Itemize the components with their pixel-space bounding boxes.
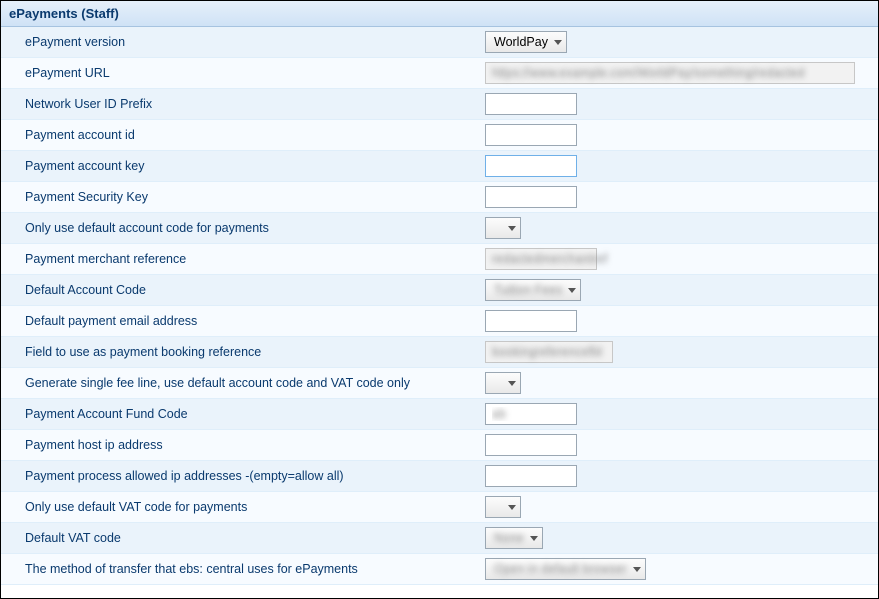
setting-row-only_default_vat: Only use default VAT code for payments <box>1 492 878 523</box>
payment_security-input[interactable] <box>485 186 577 208</box>
setting-row-payment_account_id: Payment account id <box>1 120 878 151</box>
setting-control: bookingreferencefld <box>485 341 874 363</box>
setting-control: redactedmerchantref <box>485 248 874 270</box>
setting-control <box>485 124 874 146</box>
chevron-down-icon <box>508 505 516 510</box>
default_email-input[interactable] <box>485 310 577 332</box>
setting-label: Payment Security Key <box>25 190 485 204</box>
setting-control <box>485 372 874 394</box>
setting-row-transfer_method: The method of transfer that ebs: central… <box>1 554 878 585</box>
chevron-down-icon <box>568 288 576 293</box>
default_acct_code-select[interactable]: Tuition Fees <box>485 279 581 301</box>
setting-row-default_acct_code: Default Account Code Tuition Fees <box>1 275 878 306</box>
setting-label: ePayment version <box>25 35 485 49</box>
section-header: ePayments (Staff) <box>1 1 878 27</box>
setting-label: Network User ID Prefix <box>25 97 485 111</box>
setting-row-epayment_url: ePayment URLhttps://www.example.com/Worl… <box>1 58 878 89</box>
setting-label: Only use default account code for paymen… <box>25 221 485 235</box>
setting-row-payment_account_key: Payment account key <box>1 151 878 182</box>
transfer_method-select[interactable]: Open in default browser <box>485 558 646 580</box>
setting-control: WorldPay <box>485 31 874 53</box>
setting-row-fund_code: Payment Account Fund Code <box>1 399 878 430</box>
setting-label: Payment account id <box>25 128 485 142</box>
setting-row-default_email: Default payment email address <box>1 306 878 337</box>
select-value: Tuition Fees <box>494 283 562 297</box>
setting-control: None <box>485 527 874 549</box>
setting-control: https://www.example.com/WorldPay/somethi… <box>485 62 874 84</box>
allowed_ip-input[interactable] <box>485 465 577 487</box>
chevron-down-icon <box>508 381 516 386</box>
setting-row-merchant_ref: Payment merchant referenceredactedmercha… <box>1 244 878 275</box>
setting-label: Payment host ip address <box>25 438 485 452</box>
setting-row-payment_security: Payment Security Key <box>1 182 878 213</box>
setting-label: Payment merchant reference <box>25 252 485 266</box>
merchant_ref-display: redactedmerchantref <box>485 248 597 270</box>
chevron-down-icon <box>633 567 641 572</box>
booking_ref_field-display: bookingreferencefld <box>485 341 613 363</box>
only_default_acct-select[interactable] <box>485 217 521 239</box>
chevron-down-icon <box>554 40 562 45</box>
setting-control <box>485 217 874 239</box>
payment_account_id-input[interactable] <box>485 124 577 146</box>
section-title: ePayments (Staff) <box>9 6 119 21</box>
setting-control <box>485 93 874 115</box>
setting-row-booking_ref_field: Field to use as payment booking referenc… <box>1 337 878 368</box>
setting-label: Default VAT code <box>25 531 485 545</box>
single_fee_line-select[interactable] <box>485 372 521 394</box>
select-value: Open in default browser <box>494 562 627 576</box>
setting-control: Open in default browser <box>485 558 874 580</box>
epayment_version-select[interactable]: WorldPay <box>485 31 567 53</box>
chevron-down-icon <box>530 536 538 541</box>
only_default_vat-select[interactable] <box>485 496 521 518</box>
setting-control <box>485 310 874 332</box>
setting-control <box>485 403 874 425</box>
setting-control <box>485 434 874 456</box>
setting-label: Default payment email address <box>25 314 485 328</box>
setting-row-only_default_acct: Only use default account code for paymen… <box>1 213 878 244</box>
fund_code-input[interactable] <box>485 403 577 425</box>
setting-control <box>485 186 874 208</box>
setting-label: ePayment URL <box>25 66 485 80</box>
epayment_url-display: https://www.example.com/WorldPay/somethi… <box>485 62 855 84</box>
setting-label: Payment account key <box>25 159 485 173</box>
settings-rows: ePayment version WorldPay ePayment URLhttp… <box>1 27 878 585</box>
setting-control: Tuition Fees <box>485 279 874 301</box>
setting-row-epayment_version: ePayment version WorldPay <box>1 27 878 58</box>
chevron-down-icon <box>508 226 516 231</box>
setting-row-allowed_ip: Payment process allowed ip addresses -(e… <box>1 461 878 492</box>
setting-row-default_vat: Default VAT code None <box>1 523 878 554</box>
default_vat-select[interactable]: None <box>485 527 543 549</box>
setting-label: Field to use as payment booking referenc… <box>25 345 485 359</box>
setting-control <box>485 496 874 518</box>
select-value: None <box>494 531 524 545</box>
setting-label: Payment process allowed ip addresses -(e… <box>25 469 485 483</box>
host_ip-input[interactable] <box>485 434 577 456</box>
setting-row-host_ip: Payment host ip address <box>1 430 878 461</box>
select-value: WorldPay <box>494 35 548 49</box>
setting-label: Only use default VAT code for payments <box>25 500 485 514</box>
setting-control <box>485 465 874 487</box>
setting-row-network_user_prefix: Network User ID Prefix <box>1 89 878 120</box>
setting-control <box>485 155 874 177</box>
setting-label: The method of transfer that ebs: central… <box>25 562 485 576</box>
payment_account_key-input[interactable] <box>485 155 577 177</box>
network_user_prefix-input[interactable] <box>485 93 577 115</box>
setting-label: Generate single fee line, use default ac… <box>25 376 485 390</box>
setting-row-single_fee_line: Generate single fee line, use default ac… <box>1 368 878 399</box>
setting-label: Payment Account Fund Code <box>25 407 485 421</box>
setting-label: Default Account Code <box>25 283 485 297</box>
